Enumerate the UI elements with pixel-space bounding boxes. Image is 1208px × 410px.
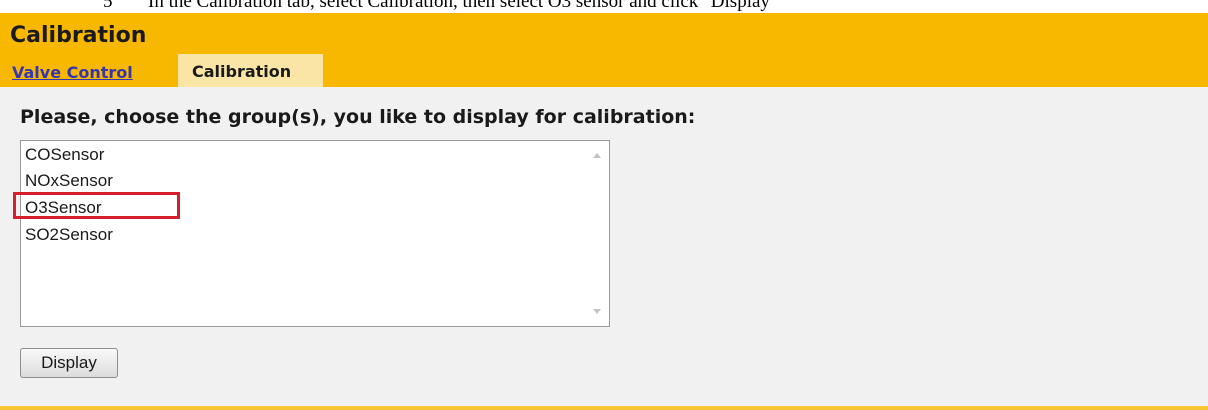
bottom-divider [0,406,1208,410]
group-listbox[interactable]: COSensor NOxSensor O3Sensor SO2Sensor [20,140,610,327]
o3sensor-highlight-box [13,192,180,219]
group-option-noxsensor[interactable]: NOxSensor [25,167,113,195]
instruction-step-number: 5 [103,0,113,12]
group-option-so2sensor[interactable]: SO2Sensor [25,221,113,249]
scroll-up-arrow-icon[interactable] [593,153,601,158]
instruction-text: In the Calibration tab, select Calibrati… [148,0,778,12]
tab-calibration[interactable]: Calibration [178,54,323,87]
instruction-line: 5 In the Calibration tab, select Calibra… [0,0,1208,13]
scroll-down-arrow-icon[interactable] [593,309,601,314]
page-title: Calibration [10,23,147,48]
tab-valve-control[interactable]: Valve Control [12,60,133,86]
group-option-cosensor[interactable]: COSensor [25,141,104,169]
listbox-scrollbar[interactable] [587,141,609,326]
group-prompt-heading: Please, choose the group(s), you like to… [20,106,696,128]
display-button[interactable]: Display [20,348,118,378]
